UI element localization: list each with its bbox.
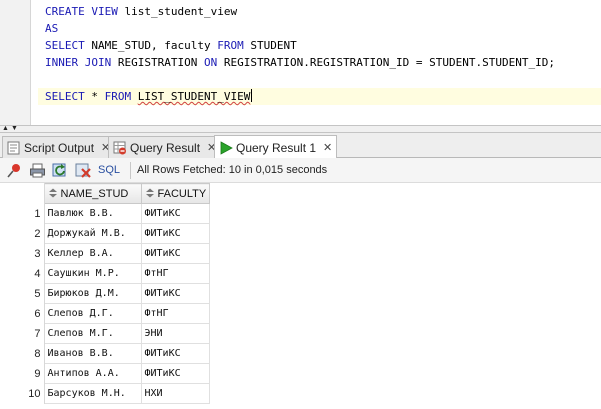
sql-text: REGISTRATION.REGISTRATION_ID = STUDENT.S… [223,56,555,69]
cell-name-stud[interactable]: Барсуков М.Н. [43,383,142,404]
table-row[interactable]: 6 Слепов Д.Г. ФтНГ [0,303,211,324]
table-row[interactable]: 4 Саушкин М.Р. ФтНГ [0,263,211,284]
editor-gutter [0,0,31,125]
table-row[interactable]: 9 Антипов А.А. ФИТиКС [0,363,211,384]
cell-name-stud[interactable]: Келлер В.А. [43,243,142,264]
code-line[interactable]: INNER JOIN REGISTRATION ON REGISTRATION.… [38,54,601,71]
sql-text: STUDENT [250,39,297,52]
table-row[interactable]: 1 Павлюк В.В. ФИТиКС [0,203,211,224]
sql-keyword: ON [203,56,224,69]
sql-text: LIST_STUDENT_VIEW [137,90,251,103]
sql-text: NAME_STUD, faculty [91,39,218,52]
sql-text: * [91,90,105,103]
cell-faculty[interactable]: ФтНГ [140,303,211,324]
sql-keyword: AS [45,22,59,35]
sql-keyword: FROM [104,90,138,103]
row-number: 10 [0,383,45,404]
cell-name-stud[interactable]: Слепов Д.Г. [43,303,142,324]
row-number: 5 [0,283,45,304]
pin-icon[interactable] [6,162,23,179]
sort-icon[interactable] [145,188,155,198]
sql-keyword: SELECT [45,90,92,103]
row-number: 7 [0,323,45,344]
result-grid: NAME_STUD FACULTY 1 Павлюк В.В. ФИТиКС 2 Дор… [0,183,601,409]
query-result-icon [113,141,127,155]
cell-faculty[interactable]: ФИТиКС [140,363,211,384]
table-row[interactable]: 8 Иванов В.В. ФИТиКС [0,343,211,364]
cell-name-stud[interactable]: Саушкин М.Р. [43,263,142,284]
output-tabs: Script Output ✕ Query Result ✕ Query Res… [0,133,601,159]
fetch-status: All Rows Fetched: 10 in 0,015 seconds [137,164,328,176]
tab-script-output[interactable]: Script Output ✕ [2,136,116,158]
row-number: 8 [0,343,45,364]
cell-faculty[interactable]: ФИТиКС [140,223,211,244]
row-number: 1 [0,203,45,224]
cell-name-stud[interactable]: Антипов А.А. [43,363,142,384]
row-number: 6 [0,303,45,324]
sql-keyword: SELECT [45,39,92,52]
collapse-up-icon[interactable]: ▲ [2,125,9,132]
row-number-header [0,183,45,204]
panel-splitter[interactable]: ▲ ▼ [0,125,601,133]
script-output-icon [7,141,21,155]
sql-worksheet-editor[interactable]: CREATE VIEW list_student_view AS SELECT NA… [0,0,601,125]
cell-faculty[interactable]: ФтНГ [140,263,211,284]
sql-keyword: FROM [217,39,251,52]
table-row[interactable]: 5 Бирюков Д.М. ФИТиКС [0,283,211,304]
row-number: 4 [0,263,45,284]
cell-name-stud[interactable]: Доржукай М.В. [43,223,142,244]
cell-faculty[interactable]: ЭНИ [140,323,211,344]
code-line[interactable] [38,71,601,88]
table-row[interactable]: 10 Барсуков М.Н. НХИ [0,383,211,404]
table-row[interactable]: 3 Келлер В.А. ФИТиКС [0,243,211,264]
cell-name-stud[interactable]: Бирюков Д.М. [43,283,142,304]
cell-faculty[interactable]: ФИТиКС [140,343,211,364]
cell-faculty[interactable]: ФИТиКС [140,243,211,264]
tab-label: Script Output [24,140,95,155]
column-header-faculty[interactable]: FACULTY [140,183,211,204]
collapse-down-icon[interactable]: ▼ [11,125,18,132]
row-number: 3 [0,243,45,264]
code-line[interactable]: SELECT NAME_STUD, faculty FROM STUDENT [38,37,601,54]
table-row[interactable]: 2 Доржукай М.В. ФИТиКС [0,223,211,244]
tab-label: Query Result [130,140,201,155]
text-caret [251,89,253,102]
tab-label: Query Result 1 [236,140,317,155]
close-icon[interactable]: ✕ [323,141,332,154]
cell-name-stud[interactable]: Павлюк В.В. [43,203,142,224]
print-icon[interactable] [29,162,46,179]
row-number: 9 [0,363,45,384]
refresh-icon[interactable] [52,162,69,179]
result-toolbar: SQL All Rows Fetched: 10 in 0,015 second… [0,158,601,183]
cell-name-stud[interactable]: Слепов М.Г. [43,323,142,344]
row-number: 2 [0,223,45,244]
sql-text: list_student_view [124,5,238,18]
code-line[interactable]: SELECT * FROM LIST_STUDENT_VIEW [38,88,601,105]
sort-icon[interactable] [48,188,58,198]
code-line[interactable]: AS [38,20,601,37]
cell-name-stud[interactable]: Иванов В.В. [43,343,142,364]
sql-button[interactable]: SQL [98,164,120,176]
tab-query-result[interactable]: Query Result ✕ [108,136,222,158]
cell-faculty[interactable]: ФИТиКС [140,203,211,224]
table-row[interactable]: 7 Слепов М.Г. ЭНИ [0,323,211,344]
editor-code-area[interactable]: CREATE VIEW list_student_view AS SELECT NA… [38,0,601,125]
cancel-icon[interactable] [75,162,92,179]
cell-faculty[interactable]: НХИ [140,383,211,404]
cell-faculty[interactable]: ФИТиКС [140,283,211,304]
tab-query-result-1[interactable]: Query Result 1 ✕ [214,135,338,159]
column-header-name-stud[interactable]: NAME_STUD [43,183,142,204]
toolbar-divider [130,161,132,179]
sql-keyword: CREATE VIEW [45,5,125,18]
sql-text: REGISTRATION [117,56,204,69]
run-icon [219,140,233,155]
code-line[interactable]: CREATE VIEW list_student_view [38,3,601,20]
sql-keyword: INNER JOIN [45,56,118,69]
